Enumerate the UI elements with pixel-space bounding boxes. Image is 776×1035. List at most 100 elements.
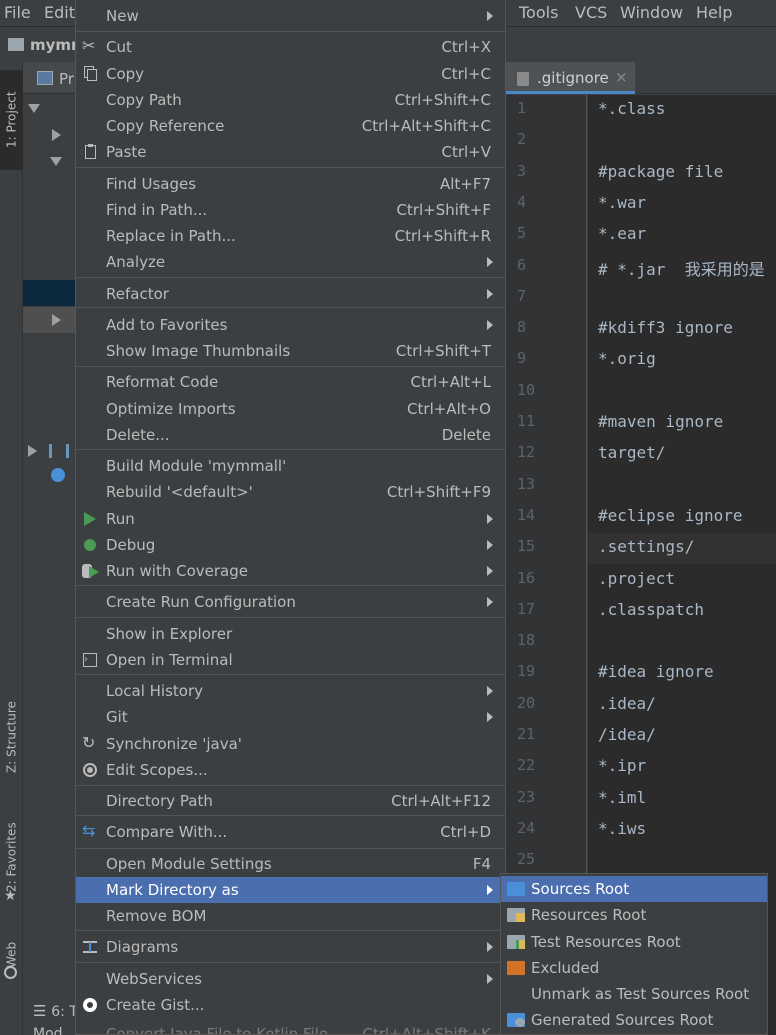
menu-item-convert-java-to-kotlin[interactable]: Convert Java File to Kotlin File Ctrl+Alt… [76,1021,505,1035]
menu-item-copy-reference[interactable]: Copy Reference Ctrl+Alt+Shift+C [76,113,505,139]
code-line[interactable]: .classpatch [588,596,776,627]
menu-item-find-usages[interactable]: Find Usages Alt+F7 [76,171,505,197]
menu-item-webservices[interactable]: WebServices [76,966,505,992]
menu-item-shortcut: Ctrl+Shift+T [395,342,491,360]
submenu-item-test-resources-root[interactable]: Test Resources Root [501,929,767,955]
menu-vcs[interactable]: VCS [575,3,607,22]
code-line[interactable]: #package file [588,158,776,189]
tool-tab-project[interactable]: 1: Project [0,70,23,170]
menu-item-rebuild[interactable]: Rebuild '<default>' Ctrl+Shift+F9 [76,479,505,505]
code-line[interactable] [588,377,776,408]
menu-help[interactable]: Help [696,3,732,22]
menu-item-local-history[interactable]: Local History [76,678,505,704]
menu-item-open-in-terminal[interactable]: › Open in Terminal [76,647,505,673]
menu-item-delete[interactable]: Delete... Delete [76,422,505,448]
menu-item-run[interactable]: Run [76,506,505,532]
code-line[interactable]: *.class [588,95,776,126]
menu-item-git[interactable]: Git [76,704,505,730]
code-line[interactable]: *.iml [588,784,776,815]
menu-item-create-gist[interactable]: Create Gist... [76,992,505,1018]
menu-separator [76,449,505,450]
code-line[interactable]: #idea ignore [588,658,776,689]
code-line[interactable]: target/ [588,439,776,470]
close-icon[interactable]: × [615,68,628,86]
submenu-item-unmark-test-sources-root[interactable]: Unmark as Test Sources Root [501,981,767,1007]
menu-item-copy[interactable]: Copy Ctrl+C [76,61,505,87]
menu-item-new[interactable]: New [76,3,505,29]
bottom-tab-todo[interactable]: ☰ 6: T [33,1002,78,1020]
menu-item-diagrams[interactable]: Diagrams [76,934,505,960]
submenu-item-generated-sources-root[interactable]: Generated Sources Root [501,1007,767,1033]
breadcrumb-project[interactable]: mymr [30,36,78,54]
code-line[interactable]: #eclipse ignore [588,502,776,533]
menu-edit[interactable]: Edit [44,3,75,22]
submenu-item-sources-root[interactable]: Sources Root [501,876,767,902]
code-line[interactable]: *.iws [588,815,776,846]
collapse-arrow-icon[interactable] [52,129,61,141]
collapse-arrow-icon[interactable] [52,314,61,326]
menu-item-refactor[interactable]: Refactor [76,281,505,307]
collapse-arrow-icon[interactable] [28,445,37,457]
submenu-item-excluded[interactable]: Excluded [501,955,767,981]
menu-item-add-to-favorites[interactable]: Add to Favorites [76,312,505,338]
menu-item-cut[interactable]: ✂ Cut Ctrl+X [76,34,505,60]
menu-item-create-run-configuration[interactable]: Create Run Configuration [76,589,505,615]
line-number: 4 [517,192,527,211]
code-line[interactable]: *.ipr [588,752,776,783]
menu-item-find-in-path[interactable]: Find in Path... Ctrl+Shift+F [76,197,505,223]
code-line[interactable]: *.orig [588,345,776,376]
tool-tab-structure[interactable]: Z: Structure [0,682,23,792]
code-line[interactable]: *.war [588,189,776,220]
code-line[interactable] [588,283,776,314]
menu-item-debug[interactable]: Debug [76,532,505,558]
code-line[interactable]: .project [588,565,776,596]
submenu-item-resources-root[interactable]: Resources Root [501,902,767,928]
menu-item-analyze[interactable]: Analyze [76,249,505,275]
menu-file[interactable]: File [4,3,31,22]
code-line[interactable] [588,627,776,658]
tree-row-selected[interactable] [23,280,83,306]
code-line[interactable] [588,471,776,502]
menu-tools[interactable]: Tools [519,3,558,22]
menu-item-synchronize[interactable]: ↻ Synchronize 'java' [76,731,505,757]
menu-item-edit-scopes[interactable]: Edit Scopes... [76,757,505,783]
menu-item-compare-with[interactable]: ⇆ Compare With... Ctrl+D [76,819,505,845]
menu-item-reformat-code[interactable]: Reformat Code Ctrl+Alt+L [76,369,505,395]
menu-item-mark-directory-as[interactable]: Mark Directory as [76,877,505,903]
menu-item-remove-bom[interactable]: Remove BOM [76,903,505,929]
left-tool-strip: 1: Project Z: Structure 2: Favorites ★ W… [0,62,23,1035]
generated-sources-folder-icon [507,1013,525,1027]
menu-item-open-module-settings[interactable]: Open Module Settings F4 [76,851,505,877]
menu-item-paste[interactable]: Paste Ctrl+V [76,139,505,165]
code-line[interactable]: *.ear [588,220,776,251]
menu-item-run-with-coverage[interactable]: Run with Coverage [76,558,505,584]
line-number: 21 [517,725,536,743]
menu-window[interactable]: Window [620,3,683,22]
menu-item-directory-path[interactable]: Directory Path Ctrl+Alt+F12 [76,788,505,814]
expand-arrow-icon[interactable] [28,104,40,113]
line-number: 5 [517,224,527,243]
menu-item-label: Paste [106,143,147,161]
submenu-arrow-icon [487,257,493,267]
menu-item-copy-path[interactable]: Copy Path Ctrl+Shift+C [76,87,505,113]
editor-tab-label: .gitignore [537,69,609,87]
menu-item-show-image-thumbnails[interactable]: Show Image Thumbnails Ctrl+Shift+T [76,338,505,364]
menu-separator [76,585,505,586]
code-line[interactable]: .idea/ [588,690,776,721]
code-line[interactable]: #kdiff3 ignore [588,314,776,345]
code-line[interactable]: # *.jar 我采用的是 [588,252,776,283]
code-line[interactable]: /idea/ [588,721,776,752]
code-line-text: #package file [598,161,724,181]
menu-item-replace-in-path[interactable]: Replace in Path... Ctrl+Shift+R [76,223,505,249]
menu-item-shortcut: Ctrl+Alt+Shift+K [362,1025,491,1035]
code-line[interactable]: #maven ignore [588,408,776,439]
editor-tab-gitignore[interactable]: .gitignore × [505,62,635,94]
code-line[interactable] [588,126,776,157]
expand-arrow-icon[interactable] [50,157,62,166]
menu-item-show-in-explorer[interactable]: Show in Explorer [76,621,505,647]
submenu-arrow-icon [487,566,493,576]
menu-item-optimize-imports[interactable]: Optimize Imports Ctrl+Alt+O [76,396,505,422]
line-number: 7 [517,286,527,305]
code-line[interactable]: .settings/ [588,533,776,565]
menu-item-build-module[interactable]: Build Module 'mymmall' [76,453,505,479]
